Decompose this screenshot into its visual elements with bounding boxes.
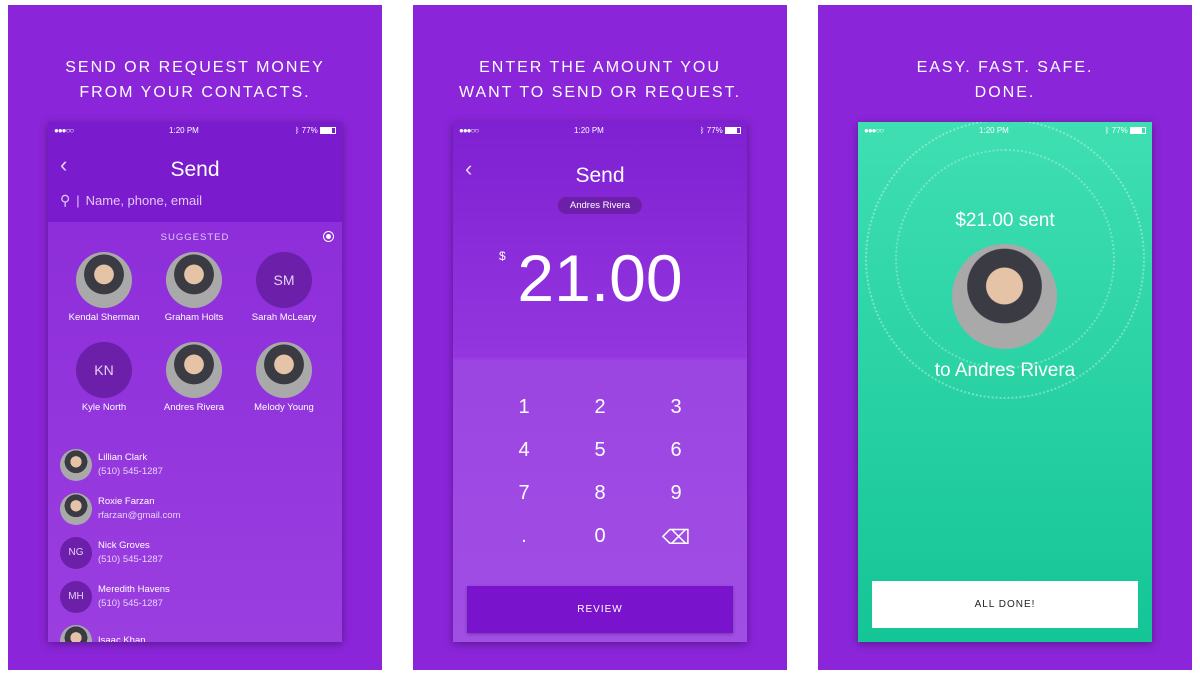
avatar	[166, 252, 222, 308]
avatar: KN	[76, 342, 132, 398]
search-icon: ⚲	[60, 192, 71, 208]
contact-name: Roxie Farzan	[98, 496, 155, 507]
keypad-key[interactable]: 6	[656, 439, 696, 462]
contact-name: Nick Groves	[98, 540, 150, 551]
sent-amount: $21.00 sent	[955, 210, 1055, 231]
battery-icon	[1130, 126, 1146, 134]
all-done-button[interactable]: ALL DONE!	[872, 581, 1138, 628]
keypad-key[interactable]: 5	[580, 439, 620, 462]
contact-list-item[interactable]: Isaac Khan	[60, 625, 146, 642]
caption: ENTER THE AMOUNT YOU WANT TO SEND OR REQU…	[458, 59, 742, 101]
caption: SEND OR REQUEST MONEY FROM YOUR CONTACTS.	[65, 59, 325, 101]
suggested-contact[interactable]: Melody Young	[244, 342, 324, 413]
avatar	[76, 252, 132, 308]
avatar	[256, 342, 312, 398]
panel-send-contacts: SEND OR REQUEST MONEY FROM YOUR CONTACTS.…	[8, 5, 382, 670]
radio-icon[interactable]	[323, 231, 334, 242]
battery-icon	[320, 126, 336, 134]
keypad-key[interactable]: 9	[656, 482, 696, 505]
suggested-contact[interactable]: SM Sarah McLeary	[244, 252, 324, 323]
keypad-key[interactable]: 3	[656, 396, 696, 419]
suggested-contact[interactable]: KN Kyle North	[64, 342, 144, 413]
status-bar: ●●●○○ 1:20 PM ᛒ 77%	[48, 122, 342, 138]
contact-name: Isaac Khan	[98, 635, 146, 642]
recipient-name: to Andres Rivera	[934, 360, 1076, 381]
contact-name: Graham Holts	[164, 312, 224, 323]
contact-list-item[interactable]: NG Nick Groves (510) 545-1287	[60, 537, 163, 569]
keypad-key[interactable]: 0	[580, 525, 620, 548]
avatar: MH	[60, 581, 92, 613]
avatar: SM	[256, 252, 312, 308]
panel-enter-amount: ENTER THE AMOUNT YOU WANT TO SEND OR REQU…	[413, 5, 787, 670]
contact-name: Kendal Sherman	[68, 312, 140, 323]
page-title: Send	[575, 164, 625, 187]
backspace-key[interactable]: ⌫	[656, 525, 696, 550]
contact-name: Lillian Clark	[98, 452, 148, 463]
recipient-avatar	[952, 244, 1057, 349]
contact-list-item[interactable]: MH Meredith Havens (510) 545-1287	[60, 581, 170, 613]
keypad-key[interactable]: 2	[580, 396, 620, 419]
phone-screen-contacts: ●●●○○ 1:20 PM ᛒ 77% ‹ Send ⚲ | Name, phone, …	[48, 122, 342, 642]
contact-detail: (510) 545-1287	[98, 554, 163, 565]
keypad-key[interactable]: .	[504, 525, 544, 548]
amount-display: 21.00	[517, 241, 683, 315]
keypad-key[interactable]: 1	[504, 396, 544, 419]
contact-detail: (510) 545-1287	[98, 466, 163, 477]
avatar	[60, 449, 92, 481]
status-bar: ●●●○○ 1:20 PM ᛒ 77%	[453, 122, 747, 138]
panel-done: EASY. FAST. SAFE. DONE. ●●●○○ 1:20 PM ᛒ 77%…	[818, 5, 1192, 670]
review-button[interactable]: REVIEW	[467, 586, 733, 633]
recipient-chip: Andres Rivera	[557, 197, 643, 214]
avatar	[60, 493, 92, 525]
avatar: NG	[60, 537, 92, 569]
caption: EASY. FAST. SAFE. DONE.	[916, 59, 1094, 101]
search-input[interactable]: ⚲ | Name, phone, email	[60, 192, 330, 209]
keypad-key[interactable]: 4	[504, 439, 544, 462]
contact-name: Andres Rivera	[163, 402, 225, 413]
page-title: Send	[170, 158, 220, 181]
keypad-key[interactable]: 7	[504, 482, 544, 505]
suggested-contact[interactable]: Graham Holts	[154, 252, 234, 323]
contact-name: Melody Young	[254, 402, 314, 413]
suggested-contact[interactable]: Andres Rivera	[154, 342, 234, 413]
bluetooth-icon: ᛒ	[294, 125, 302, 135]
contact-list-item[interactable]: Roxie Farzan rfarzan@gmail.com	[60, 493, 181, 525]
contact-name: Kyle North	[81, 402, 127, 413]
contact-detail: rfarzan@gmail.com	[98, 510, 181, 521]
contact-name: Sarah McLeary	[251, 312, 317, 323]
contact-list-item[interactable]: Lillian Clark (510) 545-1287	[60, 449, 163, 481]
contact-name: Meredith Havens	[98, 584, 170, 595]
avatar	[60, 625, 92, 642]
phone-screen-done: ●●●○○ 1:20 PM ᛒ 77% $21.00 sent to Andres …	[858, 122, 1152, 642]
avatar	[166, 342, 222, 398]
suggested-contact[interactable]: Kendal Sherman	[64, 252, 144, 323]
keypad-key[interactable]: 8	[580, 482, 620, 505]
contact-detail: (510) 545-1287	[98, 598, 163, 609]
section-header: SUGGESTED	[160, 232, 230, 243]
phone-screen-amount: ●●●○○ 1:20 PM ᛒ 77% ‹ Send Andres Rivera $…	[453, 122, 747, 642]
battery-icon	[725, 126, 741, 134]
